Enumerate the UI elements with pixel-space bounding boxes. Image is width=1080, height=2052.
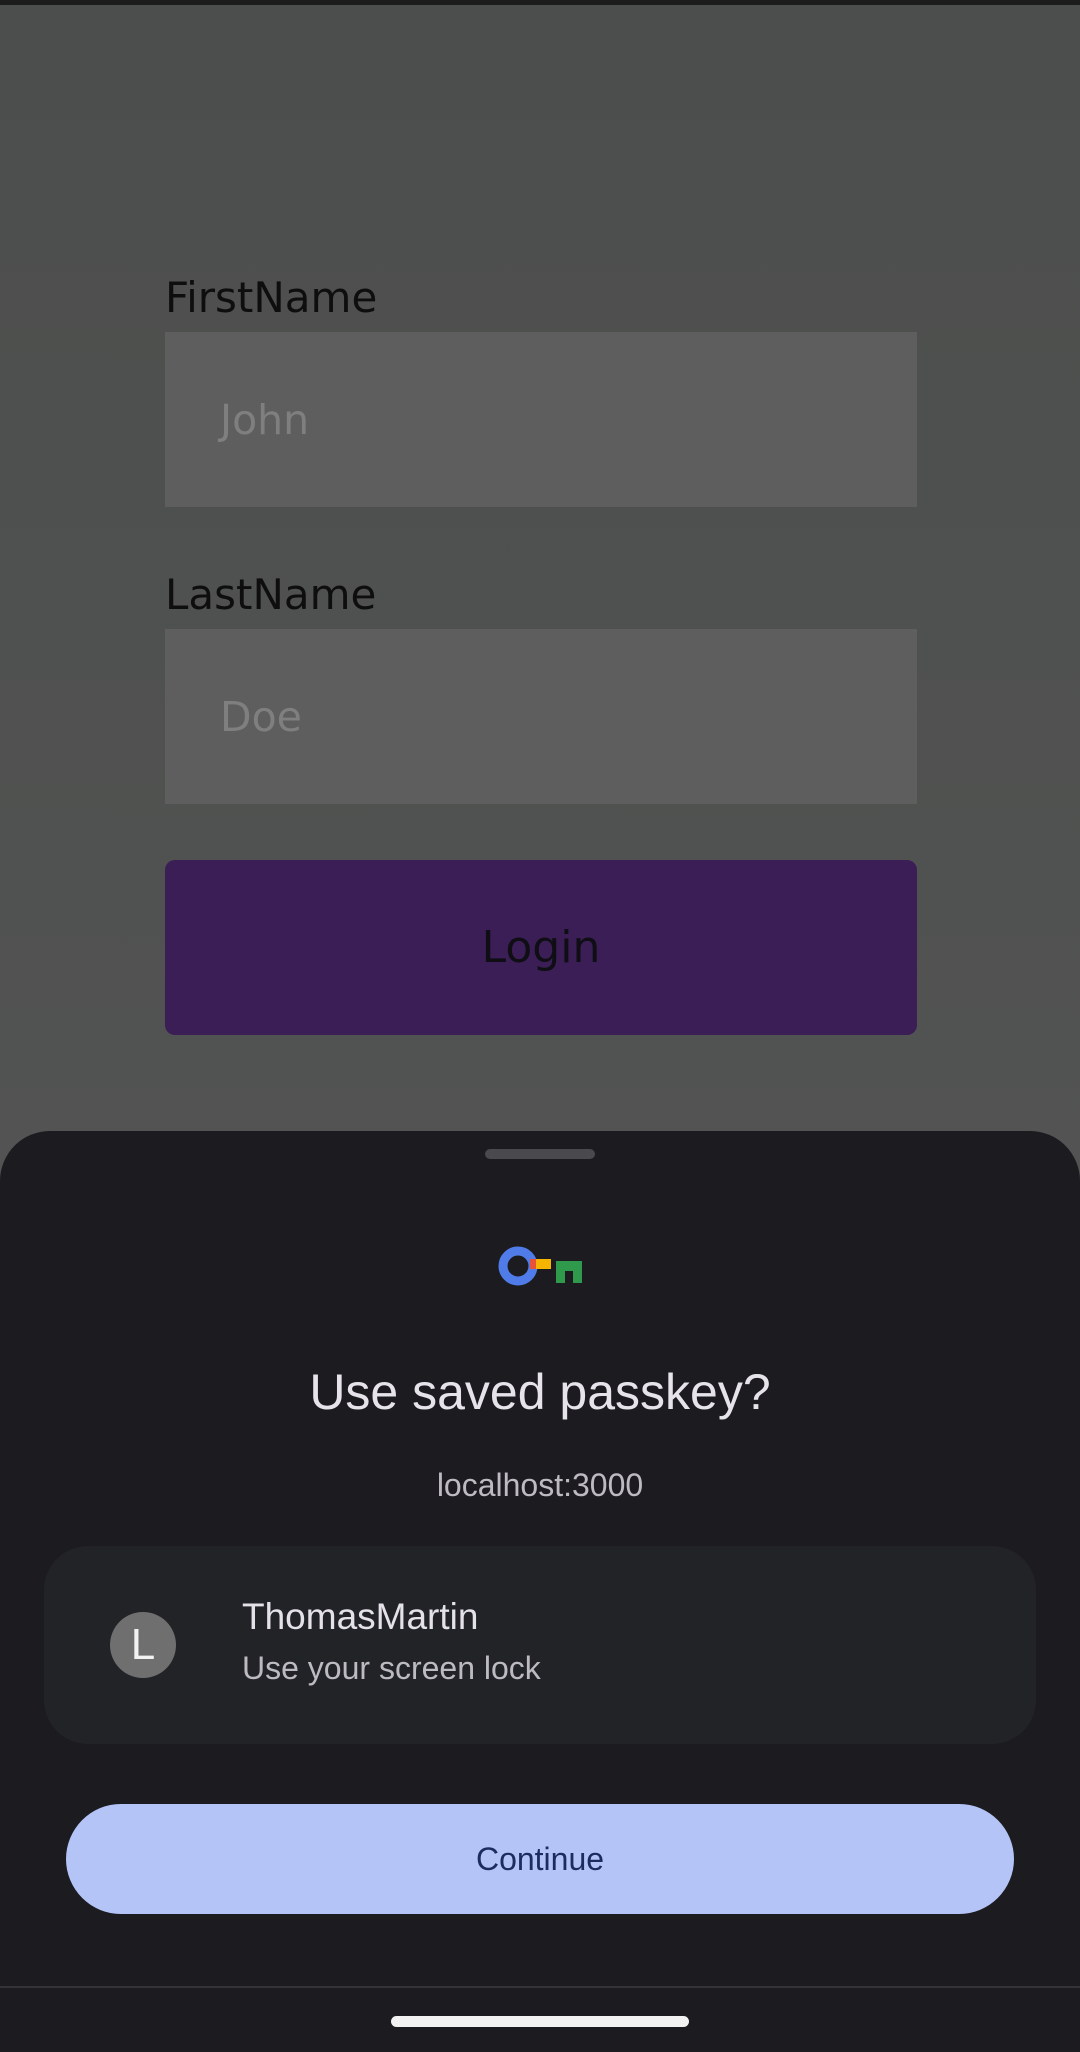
first-name-input[interactable]: John xyxy=(165,332,917,507)
last-name-input[interactable]: Doe xyxy=(165,629,917,804)
last-name-label: LastName xyxy=(165,570,377,619)
status-bar-edge xyxy=(0,0,1080,5)
account-auth-method: Use your screen lock xyxy=(242,1650,541,1686)
screen: FirstName John LastName Doe Login Use sa… xyxy=(0,0,1080,2052)
sheet-title: Use saved passkey? xyxy=(309,1364,771,1420)
account-option[interactable]: L ThomasMartin Use your screen lock xyxy=(44,1546,1036,1744)
account-username: ThomasMartin xyxy=(242,1596,479,1637)
sheet-drag-handle[interactable] xyxy=(485,1149,595,1159)
continue-button[interactable]: Continue xyxy=(66,1804,1014,1914)
login-button[interactable]: Login xyxy=(165,860,917,1035)
gesture-nav-handle[interactable] xyxy=(391,2016,689,2027)
avatar: L xyxy=(110,1612,176,1678)
passkey-bottom-sheet: Use saved passkey? localhost:3000 L Thom… xyxy=(0,1131,1080,2052)
first-name-label: FirstName xyxy=(165,273,378,322)
passkey-key-icon xyxy=(498,1246,582,1286)
nav-divider xyxy=(0,1986,1080,1988)
origin-text: localhost:3000 xyxy=(436,1467,644,1503)
